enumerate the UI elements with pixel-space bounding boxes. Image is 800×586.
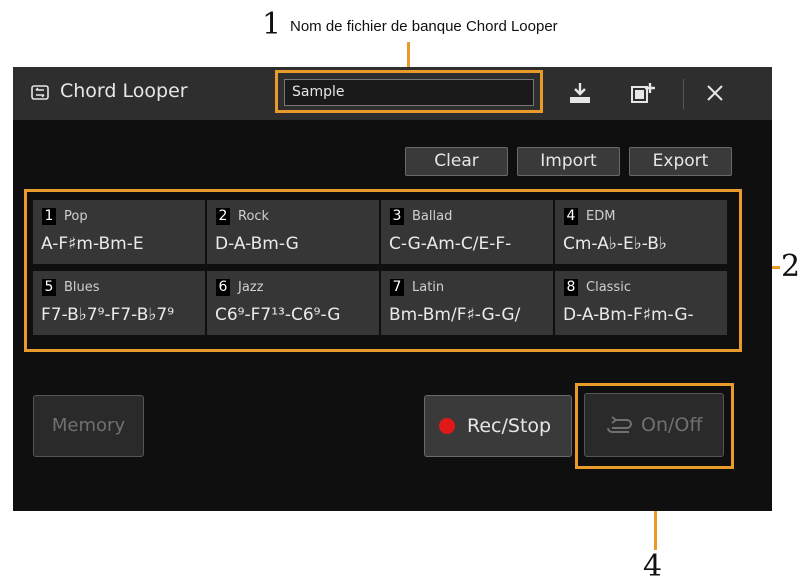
- chord-slot-6[interactable]: 6 Jazz C6⁹-F7¹³-C6⁹-G: [207, 271, 379, 335]
- record-dot-icon: [439, 418, 455, 434]
- slot-name: Ballad: [412, 209, 453, 224]
- title-bar: Chord Looper Sample: [13, 67, 772, 120]
- slot-name: Rock: [238, 209, 270, 224]
- chord-slot-3[interactable]: 3 Ballad C-G-Am-C/E-F-: [381, 200, 553, 264]
- callout-number-4: 4: [643, 549, 663, 584]
- slot-number: 5: [42, 279, 56, 296]
- chord-looper-screen: Chord Looper Sample Clear Import Export …: [13, 67, 772, 511]
- slot-number: 4: [564, 208, 578, 225]
- chord-slot-8[interactable]: 8 Classic D-A-Bm-F♯m-G-: [555, 271, 727, 335]
- callout-number-1: 1: [262, 7, 282, 42]
- slot-number: 7: [390, 279, 404, 296]
- chord-looper-icon: [31, 85, 49, 100]
- bank-name-field[interactable]: Sample: [284, 79, 534, 106]
- slot-name: Classic: [586, 280, 631, 295]
- slot-name: Latin: [412, 280, 445, 295]
- slot-chords: C6⁹-F7¹³-C6⁹-G: [215, 305, 341, 325]
- chord-slot-1[interactable]: 1 Pop A-F♯m-Bm-E: [33, 200, 205, 264]
- loop-icon: [607, 416, 632, 433]
- save-icon[interactable]: [567, 80, 593, 106]
- screen-title: Chord Looper: [60, 80, 188, 102]
- slot-number: 1: [42, 208, 56, 225]
- toolbar-separator: [683, 79, 684, 109]
- memory-button[interactable]: Memory: [33, 395, 144, 457]
- slot-name: Blues: [64, 280, 100, 295]
- slot-chords: A-F♯m-Bm-E: [41, 234, 144, 254]
- slot-number: 6: [216, 279, 230, 296]
- slot-number: 8: [564, 279, 578, 296]
- slot-chords: D-A-Bm-G: [215, 234, 299, 254]
- callout-leader-1: [407, 42, 410, 70]
- export-button[interactable]: Export: [629, 147, 732, 176]
- chord-slot-5[interactable]: 5 Blues F7-B♭7⁹-F7-B♭7⁹: [33, 271, 205, 335]
- import-button[interactable]: Import: [517, 147, 620, 176]
- callout-number-2: 2: [781, 249, 800, 284]
- clear-button[interactable]: Clear: [405, 147, 508, 176]
- rec-stop-label: Rec/Stop: [467, 415, 552, 437]
- callout-text-bank-name: Nom de fichier de banque Chord Looper: [290, 18, 558, 35]
- slot-chords: F7-B♭7⁹-F7-B♭7⁹: [41, 305, 175, 325]
- slot-name: Pop: [64, 209, 88, 224]
- slot-number: 2: [216, 208, 230, 225]
- slot-chords: D-A-Bm-F♯m-G-: [563, 305, 694, 325]
- chord-slot-4[interactable]: 4 EDM Cm-A♭-E♭-B♭: [555, 200, 727, 264]
- slot-name: EDM: [586, 209, 616, 224]
- slot-number: 3: [390, 208, 404, 225]
- slot-chords: Cm-A♭-E♭-B♭: [563, 234, 667, 254]
- slot-name: Jazz: [238, 280, 264, 295]
- chord-slot-2[interactable]: 2 Rock D-A-Bm-G: [207, 200, 379, 264]
- close-icon[interactable]: [702, 80, 728, 106]
- slot-chords: C-G-Am-C/E-F-: [389, 234, 512, 254]
- slot-chords: Bm-Bm/F♯-G-G/: [389, 305, 521, 325]
- new-bank-icon[interactable]: [630, 80, 656, 106]
- on-off-label: On/Off: [641, 414, 703, 436]
- chord-slot-7[interactable]: 7 Latin Bm-Bm/F♯-G-G/: [381, 271, 553, 335]
- rec-stop-button[interactable]: Rec/Stop: [424, 395, 572, 457]
- on-off-button[interactable]: On/Off: [584, 393, 724, 457]
